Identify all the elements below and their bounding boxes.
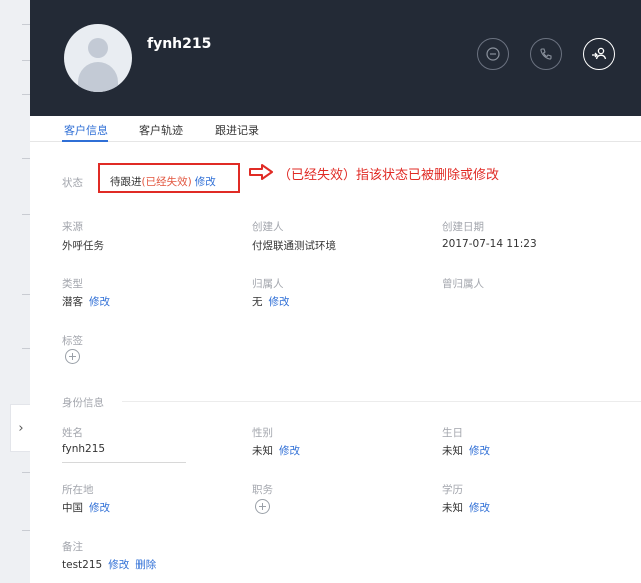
location-edit-link[interactable]: 修改 [89, 502, 110, 514]
education-label: 学历 [442, 484, 463, 496]
birthday-value: 未知 修改 [442, 443, 490, 458]
location-text: 中国 [62, 502, 83, 514]
creator-label: 创建人 [252, 221, 284, 233]
section-divider [122, 401, 641, 402]
gender-value: 未知 修改 [252, 443, 300, 458]
education-edit-link[interactable]: 修改 [469, 502, 490, 514]
strip-divider [22, 24, 30, 25]
source-value: 外呼任务 [62, 240, 104, 252]
message-icon [486, 47, 500, 61]
remark-value: test215 修改 删除 [62, 557, 156, 572]
gender-label: 性别 [252, 427, 273, 439]
type-value: 潜客 修改 [62, 294, 110, 309]
add-position-plus-icon[interactable] [255, 499, 270, 514]
location-value: 中国 修改 [62, 500, 110, 515]
status-text: 待跟进 [110, 176, 142, 188]
strip-divider [22, 472, 30, 473]
remark-text: test215 [62, 559, 103, 571]
customer-detail-panel: fynh215 客户信息 客户轨迹 跟进记录 状态 待跟进(已经失效) 修改 （… [30, 0, 641, 583]
strip-divider [22, 530, 30, 531]
tab-bar: 客户信息 客户轨迹 跟进记录 [30, 116, 641, 142]
status-edit-link[interactable]: 修改 [195, 176, 216, 188]
name-label: 姓名 [62, 427, 83, 439]
strip-divider [22, 94, 30, 95]
strip-divider [22, 60, 30, 61]
owner-value: 无修改 [252, 294, 290, 309]
message-button[interactable] [477, 38, 509, 70]
owner-label: 归属人 [252, 278, 284, 290]
user-avatar-icon [64, 24, 132, 92]
owner-text: 无 [252, 296, 263, 308]
type-label: 类型 [62, 278, 83, 290]
left-strip [0, 0, 30, 583]
gender-text: 未知 [252, 445, 273, 457]
remark-label: 备注 [62, 541, 83, 553]
transfer-button[interactable] [583, 38, 615, 70]
status-highlight-box: 待跟进(已经失效) 修改 [98, 163, 240, 193]
created-date-label: 创建日期 [442, 221, 484, 233]
collapse-panel-button[interactable]: › [10, 404, 31, 452]
active-tab-indicator [62, 140, 108, 142]
status-value: 待跟进(已经失效) 修改 [110, 174, 216, 189]
strip-divider [22, 214, 30, 215]
birthday-edit-link[interactable]: 修改 [469, 445, 490, 457]
location-label: 所在地 [62, 484, 94, 496]
remark-delete-link[interactable]: 删除 [135, 559, 156, 571]
position-label: 职务 [252, 484, 273, 496]
profile-header: fynh215 [30, 0, 641, 116]
owner-edit-link[interactable]: 修改 [269, 296, 290, 308]
status-label: 状态 [62, 177, 83, 189]
source-label: 来源 [62, 221, 83, 233]
birthday-label: 生日 [442, 427, 463, 439]
creator-value: 付煜联通测试环境 [252, 240, 336, 252]
strip-divider [22, 294, 30, 295]
former-owner-label: 曾归属人 [442, 278, 484, 290]
arrow-right-icon [249, 164, 273, 180]
annotation-note: （已经失效）指该状态已被删除或修改 [278, 168, 500, 183]
created-date-value: 2017-07-14 11:23 [442, 238, 537, 250]
status-expired-tag: (已经失效) [141, 176, 192, 188]
education-text: 未知 [442, 502, 463, 514]
type-text: 潜客 [62, 296, 83, 308]
tab-follow-up-records[interactable]: 跟进记录 [215, 122, 259, 138]
type-edit-link[interactable]: 修改 [89, 296, 110, 308]
tab-customer-track[interactable]: 客户轨迹 [139, 122, 183, 138]
username: fynh215 [147, 36, 212, 52]
gender-edit-link[interactable]: 修改 [279, 445, 300, 457]
name-field-underline [62, 462, 186, 463]
name-value[interactable]: fynh215 [62, 443, 105, 455]
tags-label: 标签 [62, 335, 83, 347]
education-value: 未知 修改 [442, 500, 490, 515]
remark-edit-link[interactable]: 修改 [108, 559, 129, 571]
add-tag-plus-icon[interactable] [65, 349, 80, 364]
identity-section-title: 身份信息 [62, 397, 104, 409]
tab-customer-info[interactable]: 客户信息 [64, 122, 108, 138]
transfer-user-icon [592, 47, 607, 60]
phone-icon [540, 48, 552, 60]
birthday-text: 未知 [442, 445, 463, 457]
chevron-right-icon: › [18, 420, 24, 436]
strip-divider [22, 348, 30, 349]
call-button[interactable] [530, 38, 562, 70]
strip-divider [22, 158, 30, 159]
